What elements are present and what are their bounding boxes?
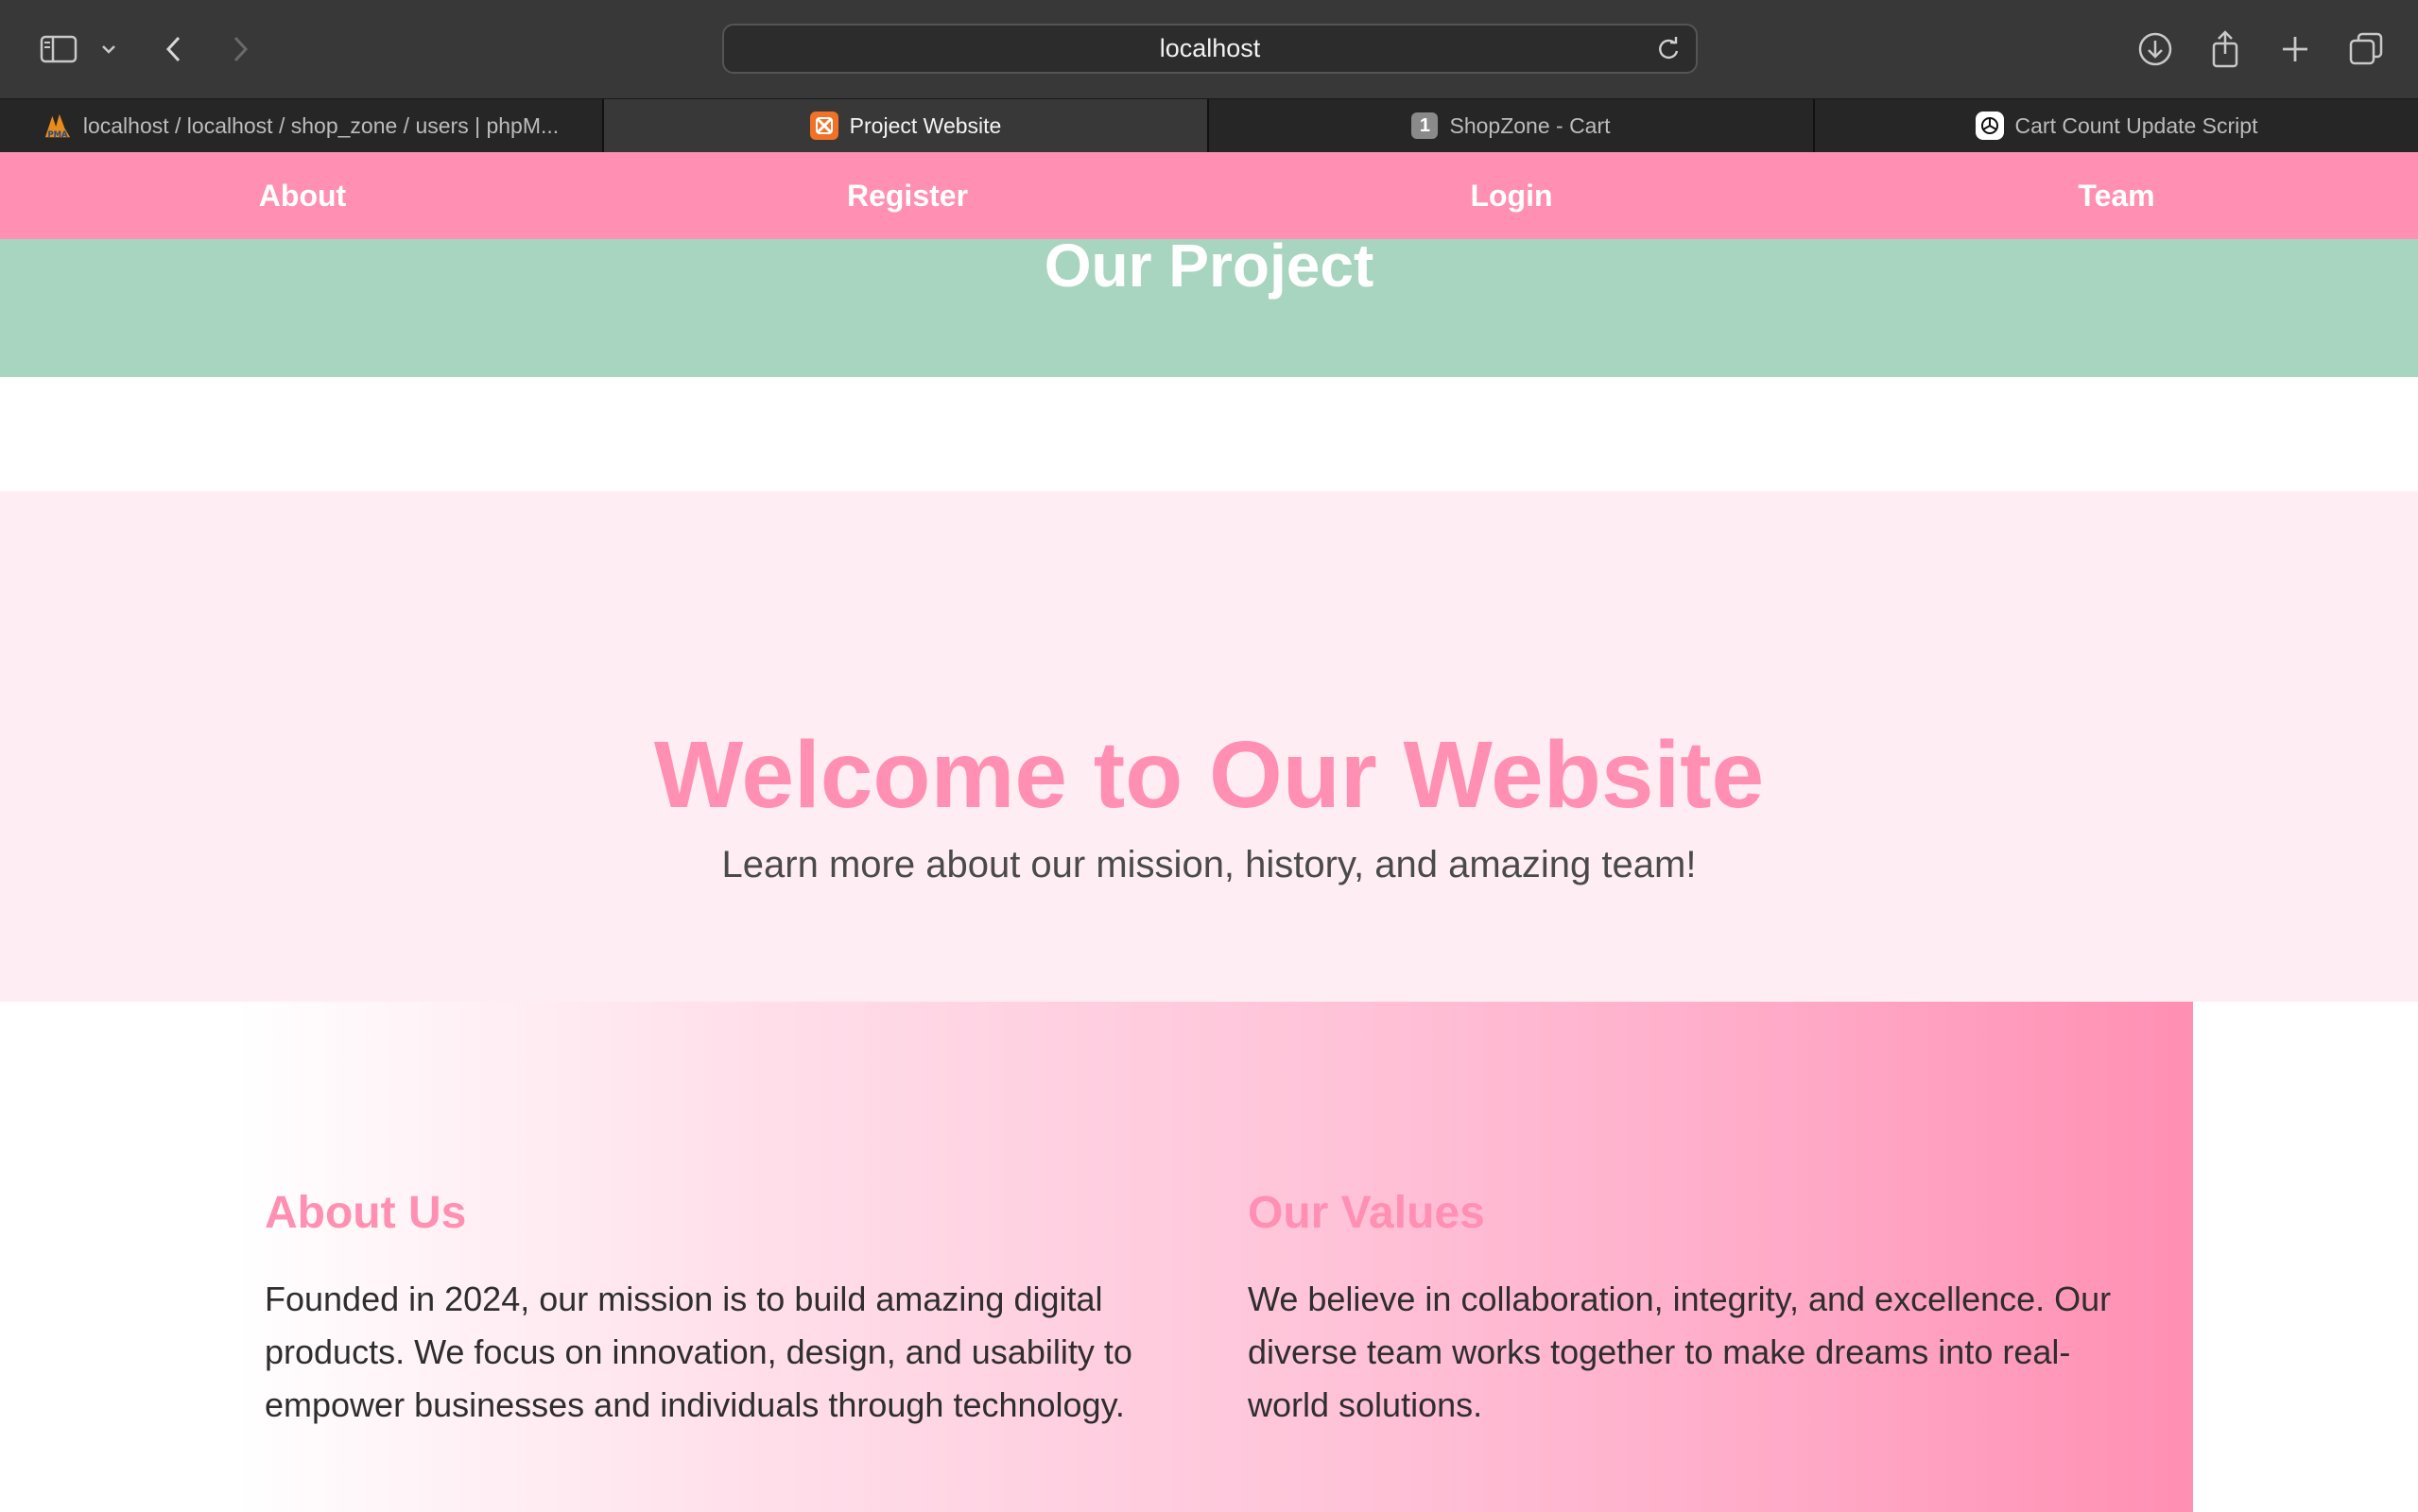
about-column: About Us Founded in 2024, our mission is… [265,1186,1153,1432]
tab-label: Cart Count Update Script [2014,112,2258,138]
new-tab-icon[interactable] [2274,0,2316,98]
tab-overview-icon[interactable] [2344,0,2388,98]
tab-label: Project Website [849,112,1002,138]
sidebar-toggle-icon[interactable] [34,0,83,98]
url-text: localhost [1159,34,1261,62]
page-title: Our Project [1044,232,1374,300]
number-badge-icon: 1 [1411,112,1439,139]
tab-phpmyadmin[interactable]: PMA localhost / localhost / shop_zone / … [0,99,604,152]
chatgpt-icon [1975,112,2004,140]
values-heading: Our Values [1248,1188,1485,1238]
site-nav: About Register Login Team [0,152,2418,239]
share-icon[interactable] [2204,0,2246,98]
values-column: Our Values We believe in collaboration, … [1248,1186,2136,1432]
hero-subtitle: Learn more about our mission, history, a… [721,844,1697,885]
tab-label: ShopZone - Cart [1449,112,1611,138]
tab-shopzone-cart[interactable]: 1 ShopZone - Cart [1209,99,1815,152]
svg-text:PMA: PMA [47,129,68,139]
browser-toolbar: localhost [0,0,2418,98]
nav-link-team[interactable]: Team [1814,152,2418,239]
nav-link-about[interactable]: About [0,152,605,239]
nav-link-login[interactable]: Login [1209,152,1814,239]
info-section: About Us Founded in 2024, our mission is… [236,1002,2193,1512]
about-heading: About Us [265,1188,467,1238]
download-icon[interactable] [2134,0,2176,98]
nav-link-register[interactable]: Register [605,152,1210,239]
tab-project-website[interactable]: Project Website [604,99,1209,152]
hero-title: Welcome to Our Website [653,722,1765,828]
back-icon[interactable] [157,0,191,98]
xampp-icon [809,112,838,140]
tab-label: localhost / localhost / shop_zone / user… [82,112,560,138]
forward-icon[interactable] [223,0,257,98]
header-band: Our Project [0,232,2418,377]
chevron-down-icon[interactable] [95,0,123,98]
reload-icon[interactable] [1654,35,1683,63]
hero-section: Welcome to Our Website Learn more about … [0,491,2418,1002]
about-text: Founded in 2024, our mission is to build… [265,1280,1132,1424]
tab-bar: PMA localhost / localhost / shop_zone / … [0,98,2418,152]
phpmyadmin-icon: PMA [43,112,72,140]
address-bar[interactable]: localhost [722,24,1698,74]
values-text: We believe in collaboration, integrity, … [1248,1280,2112,1424]
tab-cart-count-script[interactable]: Cart Count Update Script [1815,99,2418,152]
